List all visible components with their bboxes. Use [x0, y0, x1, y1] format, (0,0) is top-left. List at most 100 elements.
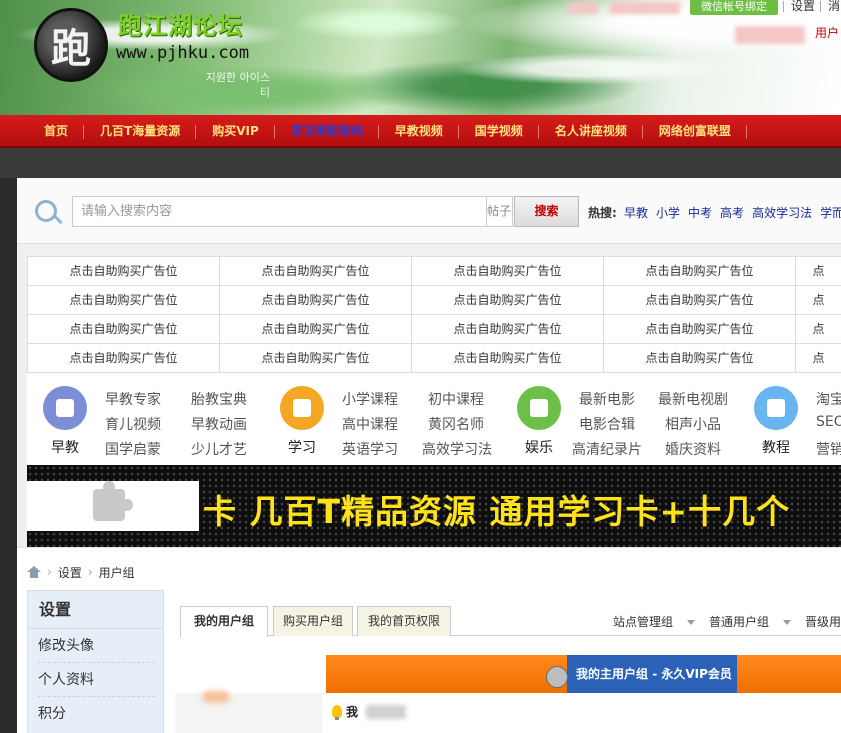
redacted-text: [366, 704, 407, 719]
category-title[interactable]: 早教: [43, 437, 87, 457]
ad-row: 点击自助购买广告位 点击自助购买广告位 点击自助购买广告位 点击自助购买广告位 …: [28, 315, 841, 344]
ad-slot[interactable]: 点: [796, 286, 841, 315]
hot-link[interactable]: 小学: [656, 204, 680, 221]
ad-slot[interactable]: 点: [796, 315, 841, 344]
category-link[interactable]: 早教专家: [105, 389, 161, 409]
category-strip: 早教 早教专家 胎教宝典 育儿视频 早教动画 国学启蒙 少儿才艺 学习 小学课程…: [27, 373, 841, 465]
ad-slot[interactable]: 点击自助购买广告位: [28, 315, 220, 344]
search-type-select[interactable]: 帖子: [487, 196, 513, 227]
category-link[interactable]: 电影合辑: [579, 414, 635, 434]
wechat-bind-button[interactable]: 微信帐号绑定: [690, 0, 778, 15]
ad-slot[interactable]: 点击自助购买广告位: [604, 315, 796, 344]
nav-item-wealth[interactable]: 网络创富联盟: [643, 115, 747, 148]
category-link[interactable]: 少儿才艺: [191, 439, 247, 459]
ad-slot[interactable]: 点击自助购买广告位: [28, 286, 220, 315]
category-link[interactable]: SEO: [816, 414, 841, 430]
category-link[interactable]: 最新电影: [579, 389, 635, 409]
category-link[interactable]: 黄冈名师: [428, 414, 484, 434]
sidebar-item-profile[interactable]: 个人资料: [38, 663, 155, 697]
category-link[interactable]: 高中课程: [342, 414, 398, 434]
chat-icon[interactable]: [517, 386, 561, 430]
ad-row: 点击自助购买广告位 点击自助购买广告位 点击自助购买广告位 点击自助购买广告位 …: [28, 286, 841, 315]
content-frame: 请输入搜索内容 帖子 搜索 热搜: 早教 小学 中考 高考 高效学习法 学而 点…: [17, 178, 841, 733]
promo-banner[interactable]: 卡 几百T精品资源 通用学习卡+十几个: [27, 465, 841, 547]
ad-slot[interactable]: 点击自助购买广告位: [220, 257, 412, 286]
site-logo[interactable]: 跑: [34, 8, 108, 82]
category-link[interactable]: 营销: [816, 439, 841, 459]
tab-home-permissions[interactable]: 我的首页权限: [357, 606, 451, 636]
category-link[interactable]: 育儿视频: [105, 414, 161, 434]
ad-slot[interactable]: 点: [796, 344, 841, 373]
category-title[interactable]: 教程: [754, 437, 798, 457]
heart-icon[interactable]: [43, 386, 87, 430]
search-input[interactable]: 请输入搜索内容: [72, 196, 487, 227]
nav-item-early-edu[interactable]: 早教视频: [379, 115, 459, 148]
main-nav: 首页 几百T海量资源 购买VIP 学习视频资料 早教视频 国学视频 名人讲座视频…: [0, 115, 841, 148]
category-title[interactable]: 学习: [280, 437, 324, 457]
upgrade-group-dropdown[interactable]: 晋级用户: [805, 613, 841, 630]
ad-slot[interactable]: 点击自助购买广告位: [412, 344, 604, 373]
sidebar-item-avatar[interactable]: 修改头像: [38, 629, 155, 663]
ad-slot[interactable]: 点击自助购买广告位: [412, 286, 604, 315]
ad-slot[interactable]: 点击自助购买广告位: [604, 344, 796, 373]
category-link[interactable]: 初中课程: [428, 389, 484, 409]
star-icon[interactable]: [754, 386, 798, 430]
user-link[interactable]: 用户: [815, 24, 839, 41]
category-link[interactable]: 相声小品: [665, 414, 721, 434]
book-icon[interactable]: [280, 386, 324, 430]
hot-link[interactable]: 高效学习法: [752, 204, 812, 221]
nav-item-home[interactable]: 首页: [28, 115, 85, 148]
clear-link[interactable]: 消: [828, 0, 840, 13]
ad-slot[interactable]: 点击自助购买广告位: [28, 257, 220, 286]
category-link[interactable]: 早教动画: [191, 414, 247, 434]
breadcrumb-item[interactable]: 用户组: [99, 564, 135, 581]
tab-my-group[interactable]: 我的用户组: [180, 606, 268, 637]
nav-item-lectures[interactable]: 名人讲座视频: [539, 115, 643, 148]
normal-group-dropdown[interactable]: 普通用户组: [709, 613, 792, 630]
ad-slot[interactable]: 点击自助购买广告位: [604, 286, 796, 315]
ad-slot[interactable]: 点击自助购买广告位: [220, 315, 412, 344]
tab-buy-group[interactable]: 购买用户组: [273, 606, 353, 636]
ad-slot[interactable]: 点击自助购买广告位: [220, 286, 412, 315]
redacted-text: [735, 26, 805, 44]
user-group-section: › 设置 › 用户组 设置 修改头像 个人资料 积分 我的用户组 购买用户组 我…: [17, 547, 841, 733]
ad-slot[interactable]: 点击自助购买广告位: [604, 257, 796, 286]
site-url: www.pjhku.com: [116, 43, 250, 63]
breadcrumb-item[interactable]: 设置: [58, 564, 82, 581]
nav-item-study-videos[interactable]: 学习视频资料: [275, 115, 379, 148]
ad-slot[interactable]: 点击自助购买广告位: [28, 344, 220, 373]
ad-slot[interactable]: 点击自助购买广告位: [412, 257, 604, 286]
category-link[interactable]: 婚庆资料: [665, 439, 721, 459]
search-button[interactable]: 搜索: [514, 196, 579, 227]
category-link[interactable]: 最新电视剧: [658, 389, 728, 409]
hot-link[interactable]: 早教: [624, 204, 648, 221]
search-bar: 请输入搜索内容 帖子 搜索 热搜: 早教 小学 中考 高考 高效学习法 学而: [17, 178, 841, 244]
category-link[interactable]: 淘宝: [816, 389, 841, 409]
category-link[interactable]: 国学启蒙: [105, 439, 161, 459]
ad-slot[interactable]: 点: [796, 257, 841, 286]
hot-link[interactable]: 中考: [688, 204, 712, 221]
nav-item-resources[interactable]: 几百T海量资源: [84, 115, 197, 148]
site-admin-group-dropdown[interactable]: 站点管理组: [613, 613, 696, 630]
lightbulb-icon: [332, 705, 342, 720]
category-link[interactable]: 高清纪录片: [572, 439, 642, 459]
nav-item-guoxue[interactable]: 国学视频: [459, 115, 539, 148]
settings-link[interactable]: 设置: [791, 0, 815, 13]
ad-slot[interactable]: 点击自助购买广告位: [412, 315, 604, 344]
category-link[interactable]: 小学课程: [342, 389, 398, 409]
hot-link[interactable]: 高考: [720, 204, 744, 221]
category-link[interactable]: 高效学习法: [422, 439, 492, 459]
ad-row: 点击自助购买广告位 点击自助购买广告位 点击自助购买广告位 点击自助购买广告位 …: [28, 257, 841, 286]
nav-item-buy-vip[interactable]: 购买VIP: [196, 115, 275, 148]
hot-link[interactable]: 学而: [820, 204, 841, 221]
category-link[interactable]: 英语学习: [342, 439, 398, 459]
category-entertainment: 娱乐 最新电影 最新电视剧 电影合辑 相声小品 高清纪录片 婚庆资料: [517, 373, 757, 465]
home-icon[interactable]: [27, 566, 41, 578]
ad-slot[interactable]: 点击自助购买广告位: [220, 344, 412, 373]
tab-bar: 我的用户组 购买用户组 我的首页权限 站点管理组 普通用户组 晋级用户: [180, 604, 841, 637]
site-header: 跑 跑江湖论坛 www.pjhku.com 지원한 아이스티 微信帐号绑定 设置…: [0, 0, 841, 115]
sidebar-item-credits[interactable]: 积分: [38, 697, 155, 731]
hot-search-links: 早教 小学 中考 高考 高效学习法 学而: [624, 204, 841, 221]
category-title[interactable]: 娱乐: [517, 437, 561, 457]
category-link[interactable]: 胎教宝典: [191, 389, 247, 409]
